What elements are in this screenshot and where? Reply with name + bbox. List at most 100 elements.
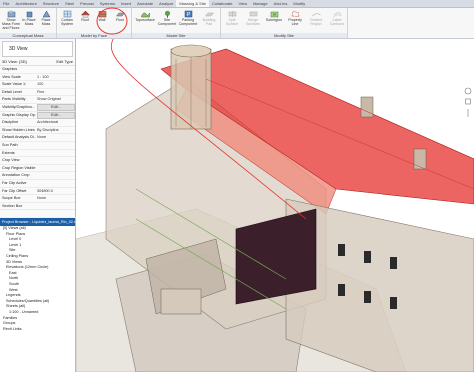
building-pad-icon — [204, 12, 214, 17]
property-value[interactable]: Show Original — [37, 96, 73, 103]
site-component-label: Site Component — [157, 18, 177, 26]
ribbon-tab[interactable]: Architecture — [12, 0, 39, 7]
property-row: Extents — [0, 150, 75, 158]
toposurface-label: Toposurface — [135, 18, 155, 22]
type-selector[interactable]: 3D View — [2, 41, 73, 57]
ribbon-tab[interactable]: Precast — [77, 0, 97, 7]
show-mass-label: Show Mass Form and Floors — [2, 18, 20, 30]
property-name: Far Clip Offset — [2, 188, 27, 193]
roof-by-face-button[interactable]: Roof — [76, 10, 94, 32]
project-browser: Project Browser - Liquidez_lauma_Rlo_02.… — [0, 218, 76, 372]
property-name: Visibility/Graphics... — [2, 104, 36, 109]
merge-surfaces-button[interactable]: Merge Surfaces — [243, 10, 263, 32]
property-row: Annotation Crop — [0, 172, 75, 180]
parking-icon: P — [184, 10, 192, 18]
ribbon-tab[interactable]: Annotate — [134, 0, 156, 7]
ribbon-tab-bar: File Architecture Structure Steel Precast Sys… — [0, 0, 474, 8]
property-value[interactable]: 1 : 100 — [37, 74, 73, 81]
ribbon-tab[interactable]: File — [0, 0, 12, 7]
label-contours-button[interactable]: Label Contours — [327, 10, 347, 32]
property-row: Far Clip Active — [0, 180, 75, 188]
tree-icon — [164, 10, 170, 18]
navigation-bar[interactable] — [464, 87, 472, 127]
ribbon-tab[interactable]: Structure — [40, 0, 62, 7]
label-contours-icon — [332, 12, 342, 18]
toposurface-icon — [140, 12, 150, 18]
property-line-label: Property Line — [288, 18, 302, 26]
property-line-button[interactable]: Property Line — [285, 10, 305, 32]
graded-region-label: Graded Region — [310, 18, 322, 26]
property-row: Scale Value 1: 100 — [0, 81, 75, 89]
place-mass-icon — [42, 10, 50, 18]
ribbon-tab[interactable]: Collaborate — [209, 0, 235, 7]
site-component-button[interactable]: Site Component — [157, 10, 177, 32]
parking-component-button[interactable]: P Parking Component — [178, 10, 198, 32]
project-browser-title: Project Browser - Liquidez_lauma_Rlo_02.… — [0, 218, 75, 226]
building-model-view[interactable] — [76, 39, 474, 372]
merge-surfaces-icon — [249, 11, 257, 17]
ribbon-tab[interactable]: Modify — [290, 0, 308, 7]
in-place-mass-label: In-Place Mass — [22, 18, 36, 26]
edit-type-button[interactable]: Edit Type — [56, 59, 73, 65]
label-contours-label: Label Contours — [329, 18, 345, 26]
subregion-icon — [270, 11, 278, 18]
browser-tree-item[interactable]: Revit Links — [0, 327, 75, 333]
split-surface-button[interactable]: Split Surface — [222, 10, 242, 32]
property-edit-button[interactable]: Edit... — [37, 103, 75, 111]
property-row: Detail Level Fine — [0, 89, 75, 97]
property-row: Default Analysis Di... None — [0, 134, 75, 142]
properties-palette: 3D View 3D View: {3D} Edit Type Graphics… — [0, 39, 76, 217]
ribbon-tab[interactable]: View — [235, 0, 250, 7]
curtain-system-icon — [63, 10, 71, 18]
building-pad-button[interactable]: Building Pad — [199, 10, 219, 32]
property-name: Section Box — [2, 203, 23, 208]
property-edit-button[interactable]: Edit... — [37, 111, 75, 119]
property-name: Graphics — [2, 67, 18, 71]
property-value[interactable]: 304800.0 — [37, 188, 73, 195]
property-value[interactable]: None — [37, 195, 73, 202]
ribbon: Show Mass Form and Floors In-Place Mass … — [0, 8, 474, 39]
toposurface-button[interactable]: Toposurface — [134, 10, 156, 32]
property-name: Default Analysis Di... — [2, 135, 36, 140]
property-row: Parts Visibility Show Original — [0, 96, 75, 104]
property-name: Crop View — [2, 158, 20, 163]
property-name: Graphic Display Op... — [2, 112, 36, 117]
property-value[interactable]: Fine — [37, 89, 73, 96]
property-line-icon — [291, 11, 299, 17]
building-pad-label: Building Pad — [202, 18, 216, 26]
property-row: Show Hidden Lines By Discipline — [0, 127, 75, 135]
merge-surfaces-label: Merge Surfaces — [245, 18, 261, 26]
property-value[interactable]: 100 — [37, 81, 73, 88]
property-value[interactable]: None — [37, 134, 73, 141]
ribbon-tab[interactable]: Manage — [250, 0, 270, 7]
instance-selector-row[interactable]: 3D View: {3D} Edit Type — [0, 59, 75, 66]
instance-selector[interactable]: 3D View: {3D} — [2, 59, 27, 64]
panel-model-site: Toposurface Site Component P Parking Com… — [132, 8, 221, 38]
property-value[interactable]: Architectural — [37, 119, 73, 126]
place-mass-button[interactable]: Place Mass — [37, 10, 55, 32]
property-row: Section Box — [0, 203, 75, 211]
split-surface-icon — [228, 11, 236, 17]
ribbon-tab[interactable]: Analyze — [156, 0, 176, 7]
property-name: Show Hidden Lines — [2, 127, 35, 132]
panel-title-conceptual-mass: Conceptual Mass — [0, 33, 56, 38]
nav-wheel-icon[interactable] — [464, 87, 472, 127]
property-value[interactable]: By Discipline — [37, 127, 73, 134]
property-row: Far Clip Offset 304800.0 — [0, 188, 75, 196]
ribbon-tab[interactable]: Steel — [62, 0, 77, 7]
ribbon-tab[interactable]: Massing & Site — [176, 0, 210, 7]
split-surface-label: Split Surface — [225, 18, 239, 26]
property-name: Annotation Crop — [2, 173, 30, 178]
graded-region-button[interactable]: Graded Region — [306, 10, 326, 32]
curtain-system-button[interactable]: Curtain System — [58, 10, 76, 32]
subregion-button[interactable]: Subregion — [264, 10, 284, 32]
properties-list: Graphics View Scale 1 : 100 Scale Value 1: 1… — [0, 66, 75, 211]
ribbon-tab[interactable]: Add-Ins — [271, 0, 291, 7]
roof-icon — [80, 10, 90, 18]
subregion-label: Subregion — [265, 18, 283, 22]
3d-viewport[interactable] — [76, 39, 474, 372]
show-mass-button[interactable]: Show Mass Form and Floors — [2, 10, 20, 32]
panel-title-modify-site: Modify Site — [221, 33, 347, 38]
property-row: Crop Region Visible — [0, 165, 75, 173]
in-place-mass-button[interactable]: In-Place Mass — [20, 10, 38, 32]
